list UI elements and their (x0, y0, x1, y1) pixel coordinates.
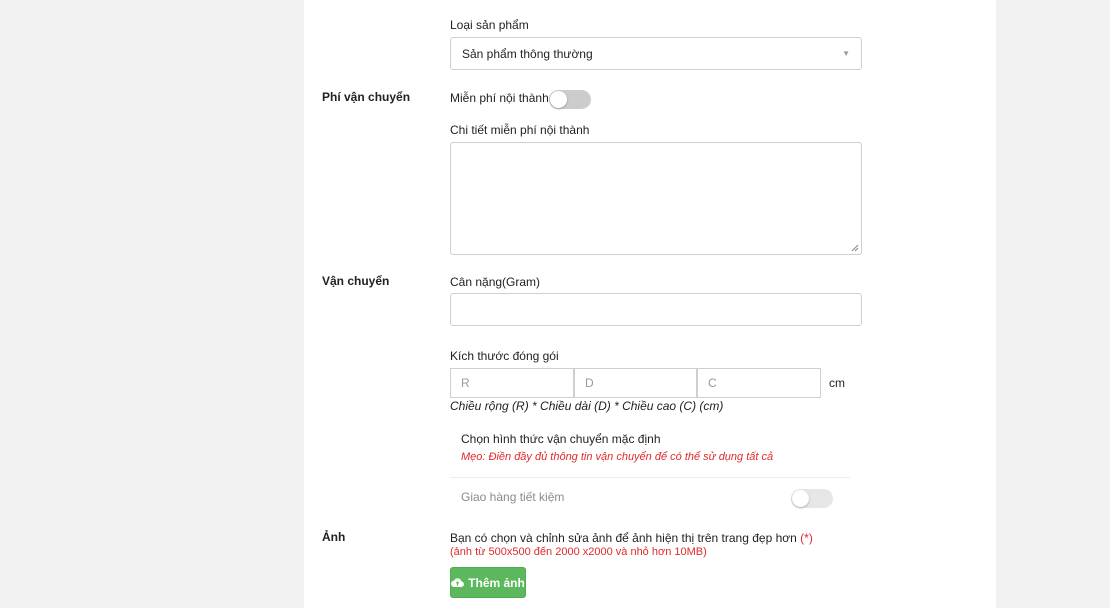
method-toggle[interactable] (791, 489, 833, 508)
cloud-upload-icon (451, 578, 465, 588)
required-mark: (*) (800, 531, 813, 545)
images-description-text: Bạn có chọn và chỉnh sửa ảnh để ảnh hiện… (450, 531, 797, 545)
product-type-selected: Sản phẩm thông thường (462, 46, 593, 61)
shipping-fee-section-title: Phí vận chuyển (322, 90, 411, 104)
chevron-down-icon: ▼ (842, 49, 850, 58)
size-hint: Chiều rộng (R) * Chiều dài (D) * Chiều c… (450, 399, 724, 413)
height-input[interactable]: C (697, 368, 821, 398)
free-detail-textarea[interactable] (450, 142, 862, 255)
free-inner-city-toggle[interactable] (549, 90, 591, 109)
weight-input[interactable] (450, 293, 862, 326)
free-detail-label: Chi tiết miễn phí nội thành (450, 123, 590, 137)
method-name: Giao hàng tiết kiệm (461, 490, 565, 504)
length-placeholder: D (585, 376, 594, 390)
weight-label: Cân nặng(Gram) (450, 275, 541, 289)
width-input[interactable]: R (450, 368, 574, 398)
images-description: Bạn có chọn và chỉnh sửa ảnh để ảnh hiện… (450, 531, 813, 545)
toggle-knob (550, 91, 567, 108)
method-divider (450, 477, 850, 478)
add-image-button[interactable]: Thêm ảnh (450, 567, 526, 598)
toggle-knob (792, 490, 809, 507)
product-type-label: Loại sản phẩm (450, 18, 529, 32)
product-type-select[interactable]: Sản phẩm thông thường ▼ (450, 37, 862, 70)
width-placeholder: R (461, 376, 470, 390)
images-section-title: Ảnh (322, 530, 346, 544)
default-method-tip: Mẹo: Điền đầy đủ thông tin vận chuyển để… (461, 451, 774, 463)
height-placeholder: C (708, 376, 717, 390)
length-input[interactable]: D (574, 368, 697, 398)
resize-grip-icon[interactable] (851, 244, 859, 252)
size-unit: cm (829, 376, 845, 390)
shipping-section-title: Vận chuyển (322, 274, 390, 288)
package-size-label: Kích thước đóng gói (450, 349, 559, 363)
default-method-title: Chọn hình thức vận chuyển mặc định (461, 432, 661, 446)
add-image-label: Thêm ảnh (468, 575, 525, 590)
images-size-note: (ảnh từ 500x500 đến 2000 x2000 và nhỏ hơ… (450, 546, 707, 558)
free-inner-city-label: Miễn phí nội thành: (450, 91, 553, 105)
